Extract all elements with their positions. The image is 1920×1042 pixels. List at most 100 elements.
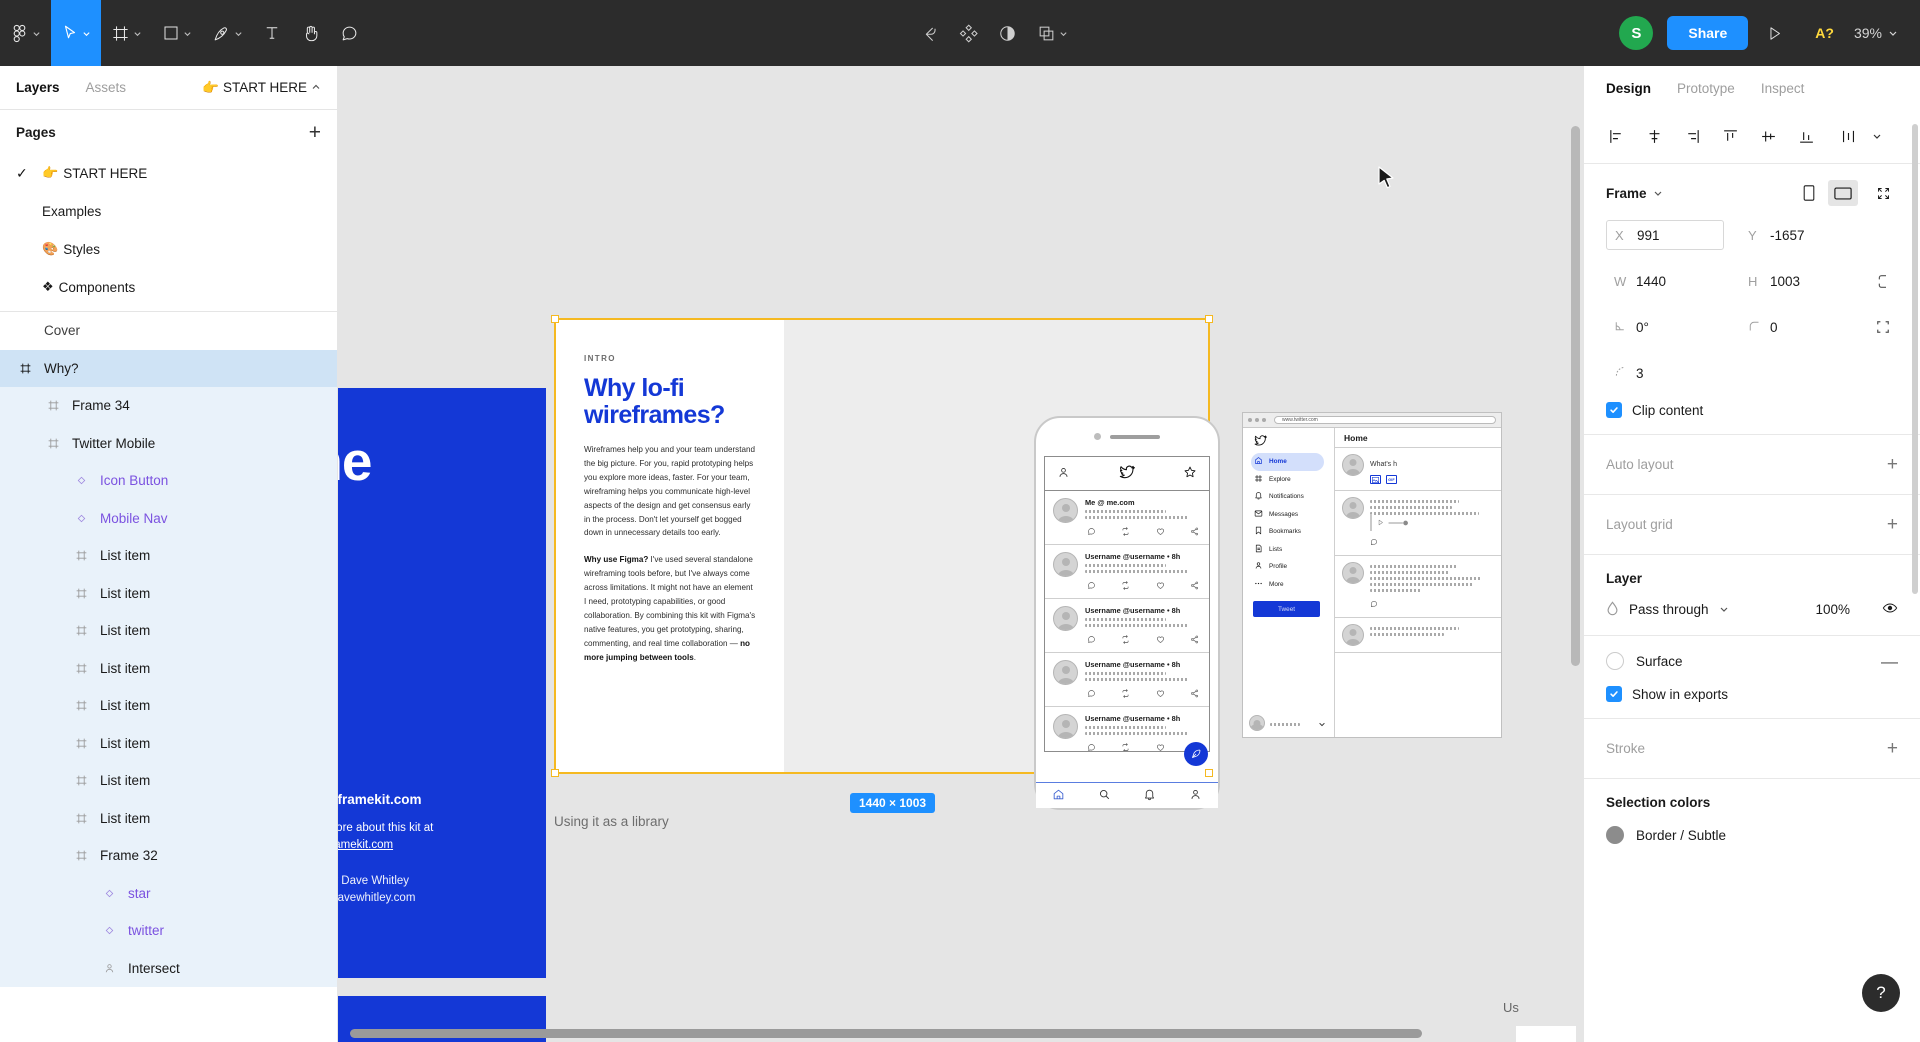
tweet-row[interactable]: Username @username • 8h xyxy=(1045,653,1209,707)
retweet-icon[interactable] xyxy=(1121,686,1130,701)
reply-icon[interactable] xyxy=(1087,740,1096,751)
tweet-row[interactable]: Username @username • 8h xyxy=(1045,599,1209,653)
frame-label-right-cut[interactable]: Us xyxy=(1503,1000,1519,1015)
desktop-tweet-row[interactable] xyxy=(1335,491,1501,556)
add-auto-layout-button[interactable]: + xyxy=(1887,455,1898,474)
chevron-down-icon[interactable] xyxy=(1318,716,1326,731)
remove-fill-button[interactable]: — xyxy=(1881,653,1898,670)
reply-icon[interactable] xyxy=(1087,686,1096,701)
desktop-tweet-row[interactable] xyxy=(1335,556,1501,618)
create-component-icon[interactable] xyxy=(949,0,988,66)
layer-row[interactable]: Why? xyxy=(0,349,337,387)
tweet-row[interactable]: Username @username • 8h xyxy=(1045,707,1209,751)
align-bottom-icon[interactable] xyxy=(1792,123,1820,151)
like-icon[interactable] xyxy=(1156,524,1165,539)
share-icon[interactable] xyxy=(1190,686,1199,701)
compose-feather-icon[interactable] xyxy=(1184,742,1208,766)
show-in-exports-checkbox[interactable] xyxy=(1606,686,1622,702)
constrain-proportions-icon[interactable] xyxy=(1868,274,1898,289)
video-embed[interactable] xyxy=(1370,514,1408,531)
mask-icon[interactable] xyxy=(988,0,1027,66)
share-icon[interactable] xyxy=(1190,578,1199,593)
selected-artboard-why[interactable]: INTRO Why lo-fi wireframes? Wireframes h… xyxy=(551,315,1502,810)
distribute-icon[interactable] xyxy=(1834,123,1862,151)
phone-mockup[interactable]: Me @ me.com Username @username • 8h Userna… xyxy=(1034,416,1220,810)
horizontal-scrollbar-thumb[interactable] xyxy=(350,1029,1422,1038)
share-icon[interactable] xyxy=(1190,524,1199,539)
present-button[interactable] xyxy=(1748,0,1801,66)
vertical-scrollbar-thumb[interactable] xyxy=(1571,126,1580,666)
align-top-icon[interactable] xyxy=(1716,123,1744,151)
hand-tool-icon[interactable] xyxy=(291,0,330,66)
selection-color-item[interactable]: Border / Subtle xyxy=(1606,826,1898,844)
move-tool-icon[interactable] xyxy=(51,0,101,66)
selection-handle-tr[interactable] xyxy=(1205,315,1213,323)
right-panel-scrollbar[interactable] xyxy=(1912,124,1918,594)
layer-row[interactable]: Frame 34 xyxy=(0,387,337,425)
tweet-button[interactable]: Tweet xyxy=(1253,601,1320,617)
landscape-icon[interactable] xyxy=(1828,180,1858,206)
layer-row[interactable]: List item xyxy=(0,724,337,762)
boolean-icon[interactable] xyxy=(1027,0,1078,66)
chevron-down-icon[interactable] xyxy=(1872,129,1882,144)
image-icon[interactable] xyxy=(1370,475,1381,484)
figma-menu-icon[interactable] xyxy=(0,0,51,66)
desktop-nav-notifications[interactable]: Notifications xyxy=(1251,488,1334,506)
desktop-nav-more[interactable]: More xyxy=(1251,576,1334,594)
clip-content-checkbox[interactable] xyxy=(1606,402,1622,418)
w-field[interactable]: W 1440 xyxy=(1606,266,1724,296)
layer-row[interactable]: Frame 32 xyxy=(0,837,337,875)
selection-color-swatch[interactable] xyxy=(1606,826,1624,844)
page-item-components[interactable]: ❖ Components xyxy=(0,268,337,306)
desktop-mockup[interactable]: www.twitter.com Home Explore Notifications… xyxy=(1242,412,1502,738)
selection-handle-bl[interactable] xyxy=(551,769,559,777)
layer-row[interactable]: Intersect xyxy=(0,949,337,987)
tab-design[interactable]: Design xyxy=(1606,81,1651,96)
chevron-down-icon[interactable] xyxy=(1719,602,1729,617)
layer-row[interactable]: List item xyxy=(0,762,337,800)
desktop-nav-bookmarks[interactable]: Bookmarks xyxy=(1251,523,1334,541)
reply-icon[interactable] xyxy=(1087,578,1096,593)
share-button[interactable]: Share xyxy=(1667,16,1749,50)
x-field[interactable]: X 991 xyxy=(1606,220,1724,250)
reply-icon[interactable] xyxy=(1370,596,1494,611)
chevron-down-icon[interactable] xyxy=(1653,186,1663,201)
reply-icon[interactable] xyxy=(1370,534,1494,549)
layer-row[interactable]: List item xyxy=(0,537,337,575)
canvas-viewport[interactable]: me ofiwireframekit.com Learn more about … xyxy=(338,66,1583,1042)
home-icon[interactable] xyxy=(1052,788,1065,804)
add-layout-grid-button[interactable]: + xyxy=(1887,515,1898,534)
corner-radius-field[interactable]: 0 xyxy=(1740,312,1858,342)
retweet-icon[interactable] xyxy=(1121,740,1130,751)
desktop-account-switcher[interactable] xyxy=(1249,715,1326,731)
cover-learn-link[interactable]: ofiwireframekit.com xyxy=(338,839,393,851)
layer-row[interactable]: Icon Button xyxy=(0,462,337,500)
avatar[interactable]: S xyxy=(1619,16,1654,50)
shape-tool-icon[interactable] xyxy=(152,0,202,66)
desktop-compose-row[interactable]: What's h GIF xyxy=(1335,448,1501,491)
add-page-button[interactable]: + xyxy=(309,122,321,143)
fill-style-swatch[interactable] xyxy=(1606,652,1624,670)
frame-tool-icon[interactable] xyxy=(101,0,152,66)
reply-icon[interactable] xyxy=(1087,632,1096,647)
like-icon[interactable] xyxy=(1156,632,1165,647)
cover-frame[interactable]: me ofiwireframekit.com Learn more about … xyxy=(338,388,546,978)
share-icon[interactable] xyxy=(1190,632,1199,647)
desktop-tweet-row[interactable] xyxy=(1335,618,1501,653)
clip-content-row[interactable]: Clip content xyxy=(1606,402,1898,418)
align-left-icon[interactable] xyxy=(1602,123,1630,151)
like-icon[interactable] xyxy=(1156,686,1165,701)
profile-icon[interactable] xyxy=(1057,466,1070,482)
rotation-field[interactable]: 0° xyxy=(1606,312,1724,342)
independent-corners-icon[interactable] xyxy=(1868,320,1898,334)
align-vertical-center-icon[interactable] xyxy=(1754,123,1782,151)
browser-url-bar[interactable]: www.twitter.com xyxy=(1274,416,1496,424)
page-item-examples[interactable]: Examples xyxy=(0,192,337,230)
ab-test-badge[interactable]: A? xyxy=(1801,25,1848,41)
layer-row[interactable]: Cover xyxy=(0,312,337,350)
layer-row[interactable]: star xyxy=(0,874,337,912)
portrait-icon[interactable] xyxy=(1794,180,1824,206)
like-icon[interactable] xyxy=(1156,740,1165,751)
layer-row[interactable]: twitter xyxy=(0,912,337,950)
layer-row[interactable]: List item xyxy=(0,649,337,687)
